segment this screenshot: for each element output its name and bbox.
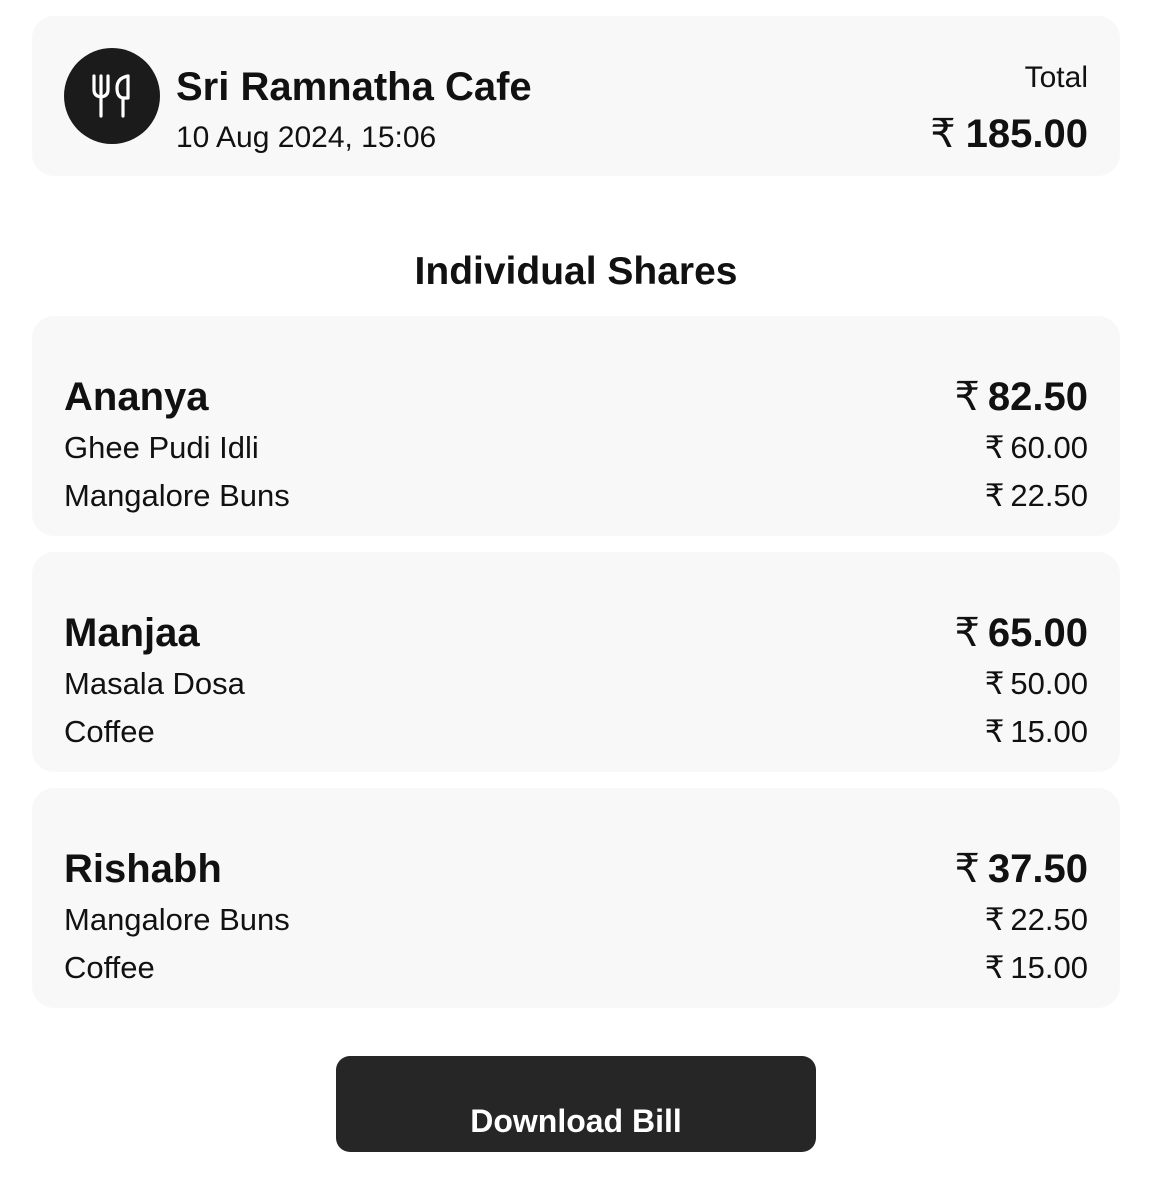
share-item: Masala Dosa ₹50.00 [64, 664, 1088, 704]
rupee-symbol: ₹ [930, 112, 956, 156]
rupee-symbol: ₹ [984, 478, 1005, 513]
share-item: Mangalore Buns ₹22.50 [64, 900, 1088, 940]
rupee-symbol: ₹ [954, 375, 980, 419]
download-bill-button[interactable]: Download Bill [336, 1056, 816, 1152]
person-name: Manjaa [64, 611, 200, 655]
item-price-value: 15.00 [1010, 714, 1088, 749]
item-name: Coffee [64, 714, 155, 749]
share-header: Manjaa ₹65.00 [64, 608, 1088, 658]
item-price-value: 60.00 [1010, 430, 1088, 465]
rupee-symbol: ₹ [984, 714, 1005, 749]
item-price-value: 22.50 [1010, 902, 1088, 937]
total-label: Total [1024, 61, 1088, 94]
bill-header-card: Sri Ramnatha Cafe 10 Aug 2024, 15:06 Tot… [32, 16, 1120, 176]
item-price: ₹60.00 [985, 428, 1088, 468]
share-item: Ghee Pudi Idli ₹60.00 [64, 428, 1088, 468]
total-amount: ₹ 185.00 [930, 108, 1088, 160]
item-price-value: 50.00 [1010, 666, 1088, 701]
person-total-value: 65.00 [987, 611, 1088, 655]
item-name: Coffee [64, 950, 155, 985]
person-total: ₹65.00 [954, 608, 1088, 658]
item-name: Mangalore Buns [64, 478, 290, 513]
item-name: Ghee Pudi Idli [64, 430, 259, 465]
person-total: ₹82.50 [954, 372, 1088, 422]
restaurant-logo [64, 48, 160, 144]
item-price: ₹15.00 [985, 948, 1088, 988]
item-price: ₹22.50 [985, 476, 1088, 516]
person-total-value: 82.50 [987, 375, 1088, 419]
item-price: ₹15.00 [985, 712, 1088, 752]
share-card-rishabh: Rishabh ₹37.50 Mangalore Buns ₹22.50 Cof… [32, 788, 1120, 1008]
section-title: Individual Shares [414, 250, 738, 293]
share-item: Mangalore Buns ₹22.50 [64, 476, 1088, 516]
item-price-value: 15.00 [1010, 950, 1088, 985]
rupee-symbol: ₹ [954, 611, 980, 655]
item-price: ₹50.00 [985, 664, 1088, 704]
restaurant-name: Sri Ramnatha Cafe [176, 65, 532, 109]
share-item: Coffee ₹15.00 [64, 948, 1088, 988]
share-card-ananya: Ananya ₹82.50 Ghee Pudi Idli ₹60.00 Mang… [32, 316, 1120, 536]
person-name: Ananya [64, 375, 209, 419]
rupee-symbol: ₹ [984, 666, 1005, 701]
bill-datetime: 10 Aug 2024, 15:06 [176, 121, 437, 154]
person-total-value: 37.50 [987, 847, 1088, 891]
rupee-symbol: ₹ [984, 950, 1005, 985]
rupee-symbol: ₹ [984, 430, 1005, 465]
total-amount-value: 185.00 [965, 112, 1088, 156]
rupee-symbol: ₹ [954, 847, 980, 891]
item-name: Masala Dosa [64, 666, 245, 701]
item-price-value: 22.50 [1010, 478, 1088, 513]
rupee-symbol: ₹ [984, 902, 1005, 937]
share-header: Rishabh ₹37.50 [64, 844, 1088, 894]
share-card-manjaa: Manjaa ₹65.00 Masala Dosa ₹50.00 Coffee … [32, 552, 1120, 772]
item-price: ₹22.50 [985, 900, 1088, 940]
person-name: Rishabh [64, 847, 222, 891]
share-header: Ananya ₹82.50 [64, 372, 1088, 422]
share-item: Coffee ₹15.00 [64, 712, 1088, 752]
item-name: Mangalore Buns [64, 902, 290, 937]
fork-and-knife-icon [92, 74, 130, 118]
person-total: ₹37.50 [954, 844, 1088, 894]
